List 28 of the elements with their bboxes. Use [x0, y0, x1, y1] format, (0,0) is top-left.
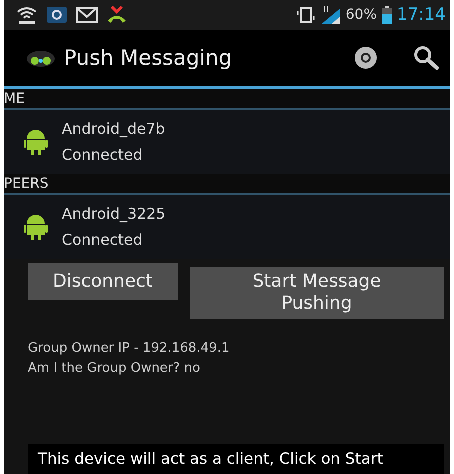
settings-icon — [352, 44, 380, 72]
app-title: Push Messaging — [64, 46, 232, 70]
battery-percentage: 60% — [346, 7, 377, 23]
vibrate-icon — [296, 5, 316, 25]
device-name: Android_de7b — [62, 119, 166, 140]
search-icon — [412, 44, 440, 72]
mail-icon — [76, 5, 98, 25]
missed-call-icon — [106, 5, 128, 25]
clock-time: 17:14 — [397, 5, 446, 25]
device-status: Connected — [62, 230, 144, 251]
signal-icon — [320, 5, 342, 25]
device-list-item[interactable]: Android_de7b Connected — [4, 110, 450, 174]
info-text: Am I the Group Owner? no — [28, 360, 202, 378]
battery-icon — [381, 5, 393, 25]
section-header: ME — [4, 89, 450, 108]
disconnect-button[interactable]: Disconnect — [28, 263, 178, 300]
start-pushing-button[interactable]: Start Message Pushing — [190, 267, 444, 319]
device-list-item[interactable]: Android_3225 Connected — [4, 195, 450, 259]
toast-message: This device will act as a client, Click on Start — [37, 449, 384, 469]
app-logo-icon — [26, 49, 56, 67]
android-robot-icon — [24, 214, 48, 240]
device-status: Connected — [62, 145, 144, 166]
android-robot-icon — [24, 129, 48, 155]
device-name: Android_3225 — [62, 204, 166, 225]
wifi-icon — [16, 5, 38, 25]
network-icon — [46, 5, 68, 25]
section-header: PEERS — [4, 174, 450, 193]
info-text: Group Owner IP - 192.168.49.1 — [28, 340, 231, 358]
